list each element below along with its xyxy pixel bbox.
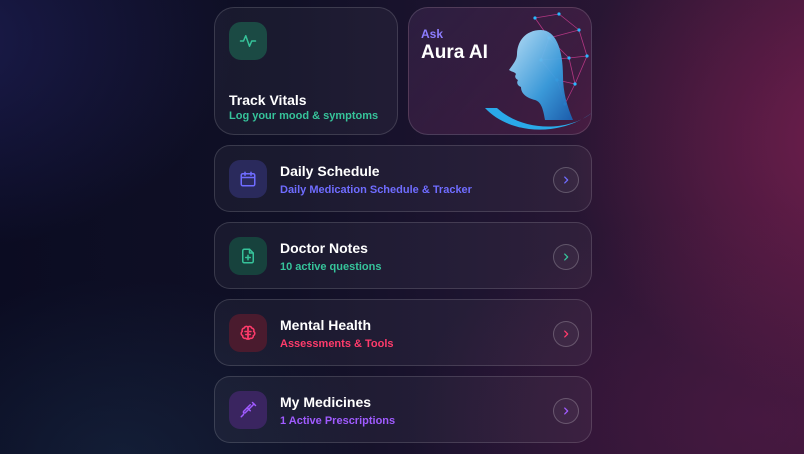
- mental-health-item[interactable]: Mental Health Assessments & Tools: [214, 299, 592, 366]
- chevron-right-icon[interactable]: [553, 167, 579, 193]
- ai-face-illustration: [485, 12, 591, 130]
- dashboard: Track Vitals Log your mood & symptoms As…: [214, 7, 592, 443]
- my-medicines-subtitle: 1 Active Prescriptions: [280, 415, 396, 427]
- syringe-icon: [229, 391, 267, 429]
- chevron-right-icon[interactable]: [553, 321, 579, 347]
- chevron-right-icon[interactable]: [553, 244, 579, 270]
- mental-health-title: Mental Health: [280, 317, 372, 333]
- daily-schedule-subtitle: Daily Medication Schedule & Tracker: [280, 184, 472, 196]
- chevron-right-icon[interactable]: [553, 398, 579, 424]
- track-vitals-subtitle: Log your mood & symptoms: [229, 110, 379, 122]
- file-plus-icon: [229, 237, 267, 275]
- my-medicines-item[interactable]: My Medicines 1 Active Prescriptions: [214, 376, 592, 443]
- brain-icon: [229, 314, 267, 352]
- mental-health-subtitle: Assessments & Tools: [280, 338, 394, 350]
- doctor-notes-title: Doctor Notes: [280, 240, 368, 256]
- aura-ai-title: Aura AI: [421, 42, 488, 63]
- my-medicines-title: My Medicines: [280, 394, 372, 410]
- track-vitals-title: Track Vitals: [229, 92, 307, 108]
- doctor-notes-subtitle: 10 active questions: [280, 261, 382, 273]
- ask-label: Ask: [421, 27, 444, 41]
- ask-aura-ai-card[interactable]: Ask Aura AI: [408, 7, 592, 135]
- track-vitals-card[interactable]: Track Vitals Log your mood & symptoms: [214, 7, 398, 135]
- activity-icon: [229, 22, 267, 60]
- daily-schedule-title: Daily Schedule: [280, 163, 380, 179]
- daily-schedule-item[interactable]: Daily Schedule Daily Medication Schedule…: [214, 145, 592, 212]
- top-tiles: Track Vitals Log your mood & symptoms As…: [214, 7, 592, 135]
- doctor-notes-item[interactable]: Doctor Notes 10 active questions: [214, 222, 592, 289]
- calendar-icon: [229, 160, 267, 198]
